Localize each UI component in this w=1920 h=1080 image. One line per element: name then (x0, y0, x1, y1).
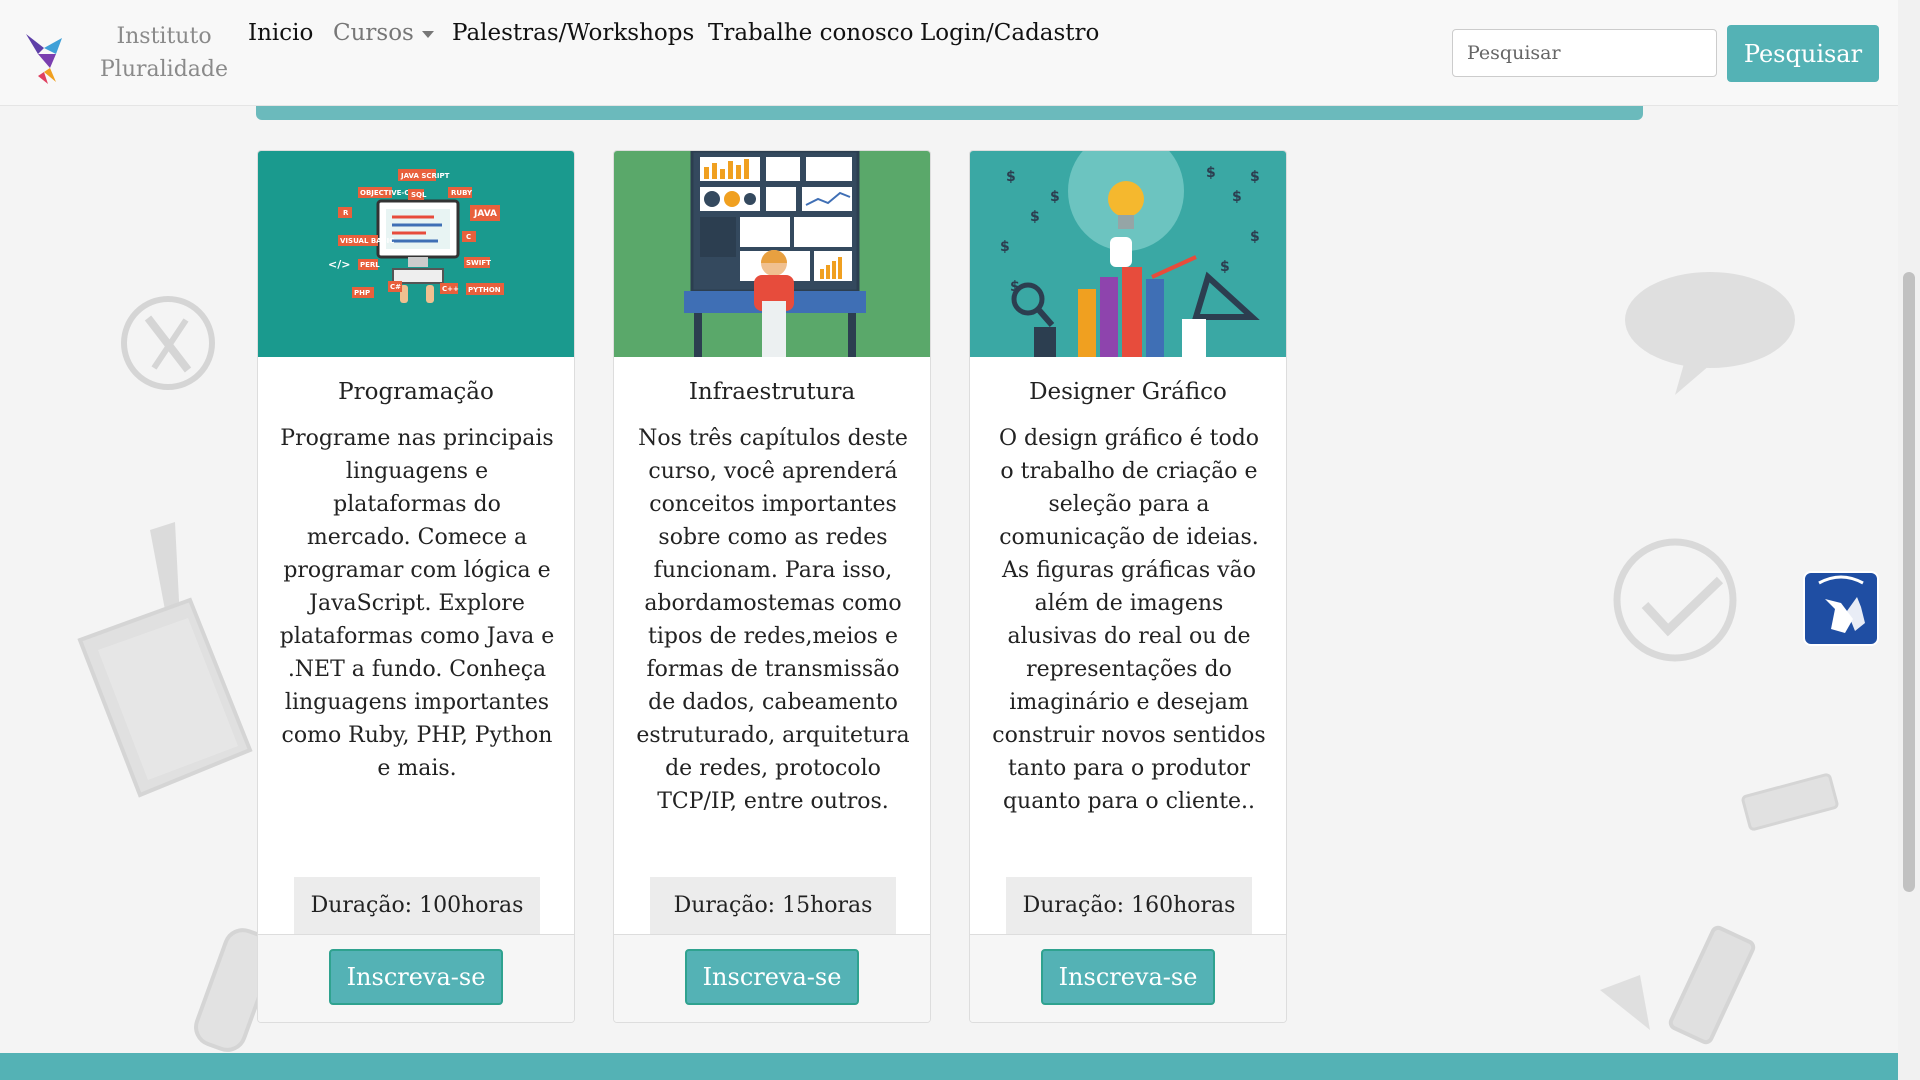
eraser-doodle-icon (1741, 773, 1839, 831)
brand-line-1: Instituto (116, 24, 212, 49)
course-card-infraestrutura: Infraestrutura Nos três capítulos deste … (613, 150, 931, 1023)
course-card-designer-grafico: $ $ $ $ $ $ $ $ $ $ Designer Gráfico O design gr… (969, 150, 1287, 1023)
lang-tag-python: PYTHON (468, 286, 501, 294)
svg-text:</>: </> (328, 258, 350, 271)
lang-tag-cpp: C++ (442, 285, 459, 293)
card-description: O design gráfico é todo o trabalho de cr… (992, 426, 1266, 814)
card-title: Programação (338, 379, 494, 405)
card-footer: Inscreva-se (258, 934, 574, 1022)
card-description: Programe nas principais linguagens e pla… (279, 426, 555, 781)
course-duration: Duração: 160horas (1006, 877, 1252, 934)
programming-illustration-icon: JAVA SCRIPT OBJECTIVE-C SQL RUBY R JAVA … (258, 151, 574, 357)
card-footer: Inscreva-se (614, 934, 930, 1022)
nav-login-cadastro[interactable]: Login/Cadastro (920, 20, 1099, 46)
lang-tag-php: PHP (354, 289, 370, 297)
lang-tag-java: JAVA (473, 209, 497, 219)
lang-tag-javascript: JAVA SCRIPT (400, 172, 450, 180)
lang-tag-ruby: RUBY (451, 189, 473, 197)
footer-band (0, 1053, 1898, 1080)
nav-inicio[interactable]: Inicio (248, 20, 313, 46)
page-scrollbar[interactable] (1898, 0, 1920, 1080)
nav-trabalhe-conosco[interactable]: Trabalhe conosco (708, 20, 914, 46)
card-title: Designer Gráfico (1029, 379, 1227, 405)
svg-text:$: $ (1050, 189, 1060, 205)
lang-tag-visual-basic: VISUAL BASIC (340, 237, 394, 245)
course-duration: Duração: 100horas (294, 877, 540, 934)
lang-tag-sql: SQL (411, 191, 427, 199)
svg-text:$: $ (1232, 189, 1242, 205)
course-duration: Duração: 15horas (650, 877, 896, 934)
lang-tag-csharp: C# (390, 283, 401, 291)
nav-cursos-label: Cursos (333, 20, 414, 46)
lang-tag-objective-c: OBJECTIVE-C (360, 189, 409, 197)
course-card-programacao: JAVA SCRIPT OBJECTIVE-C SQL RUBY R JAVA … (257, 150, 575, 1023)
chevron-down-icon (421, 30, 434, 38)
design-tools-illustration-icon: $$$$ $$$$$$ (970, 151, 1286, 357)
brand-line-2: Pluralidade (100, 57, 229, 82)
card-description: Nos três capítulos deste curso, você apr… (636, 426, 910, 814)
search-input[interactable] (1452, 29, 1717, 77)
nav-cursos-dropdown[interactable]: Cursos (333, 20, 434, 46)
control-room-illustration-icon (614, 151, 930, 357)
lang-tag-perl: PERL (360, 261, 380, 269)
sign-language-accessibility-button[interactable] (1803, 571, 1879, 646)
checkmark-doodle-icon (1613, 538, 1737, 662)
svg-text:$: $ (1206, 165, 1216, 181)
book-doodle-icon (77, 522, 253, 798)
card-title: Infraestrutura (688, 379, 856, 405)
search-button[interactable]: Pesquisar (1727, 25, 1879, 82)
lang-tag-swift: SWIFT (466, 259, 491, 267)
enroll-button[interactable]: Inscreva-se (1041, 949, 1215, 1005)
pencil-doodle-icon (1600, 925, 1756, 1045)
navbar: Instituto Pluralidade Inicio Cursos Pale… (0, 0, 1898, 106)
compass-doodle-icon (121, 296, 215, 390)
enroll-button[interactable]: Inscreva-se (685, 949, 859, 1005)
svg-text:$: $ (1220, 259, 1230, 275)
hummingbird-logo-icon[interactable] (22, 24, 66, 84)
scrollbar-thumb[interactable] (1903, 272, 1915, 892)
nav-palestras[interactable]: Palestras/Workshops (452, 20, 694, 46)
enroll-button[interactable]: Inscreva-se (329, 949, 503, 1005)
lang-tag-c: C (466, 233, 471, 241)
sign-language-hands-icon (1818, 575, 1865, 633)
svg-text:$: $ (1030, 209, 1040, 225)
svg-text:$: $ (1000, 239, 1010, 255)
brain-doodle-icon (1625, 272, 1795, 395)
svg-text:$: $ (1250, 169, 1260, 185)
brand-name[interactable]: Instituto Pluralidade (100, 20, 228, 86)
lang-tag-r: R (343, 209, 349, 217)
svg-text:$: $ (1250, 229, 1260, 245)
teal-banner-edge (256, 106, 1643, 120)
svg-text:$: $ (1006, 169, 1016, 185)
card-footer: Inscreva-se (970, 934, 1286, 1022)
